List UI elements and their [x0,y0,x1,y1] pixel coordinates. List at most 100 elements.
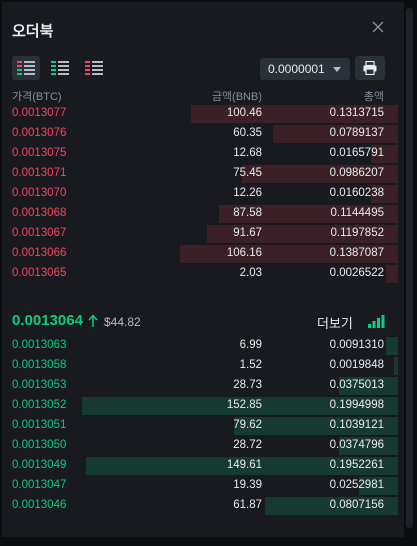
total-cell: 0.0252981 [329,479,384,491]
price-cell: 0.0013067 [12,227,67,239]
panel-title: 오더북 [12,23,54,40]
last-price-row: 0.0013064 $44.82 더보기 [2,310,404,334]
order-book-toolbar: 0.0000001 [2,54,404,84]
total-cell: 0.1387087 [329,247,384,259]
amount-cell: 19.39 [233,479,262,491]
amount-cell: 28.72 [233,439,262,451]
total-cell: 0.0019848 [329,359,384,371]
price-cell: 0.0013053 [12,379,67,391]
bid-row[interactable]: 0.0013058 1.52 0.0019848 [2,356,404,376]
amount-cell: 91.67 [233,227,262,239]
total-cell: 0.0091310 [329,339,384,351]
view-asks-button[interactable] [80,56,108,80]
printer-icon [363,61,377,75]
amount-cell: 152.85 [226,399,262,411]
amount-cell: 2.03 [239,267,262,279]
total-cell: 0.1313715 [329,107,384,119]
ask-row[interactable]: 0.0013070 12.26 0.0160238 [2,184,404,204]
ask-row[interactable]: 0.0013066 106.16 0.1387087 [2,244,404,264]
view-bids-button[interactable] [46,56,74,80]
both-view-icon [17,61,35,75]
more-link[interactable]: 더보기 [317,313,353,332]
depth-bar [386,265,398,283]
amount-cell: 60.35 [233,127,262,139]
price-cell: 0.0013052 [12,399,67,411]
signal-bars-icon [368,315,385,328]
amount-cell: 75.45 [233,167,262,179]
ask-row[interactable]: 0.0013071 75.45 0.0986207 [2,164,404,184]
price-cell: 0.0013063 [12,339,67,351]
price-cell: 0.0013066 [12,247,67,259]
price-cell: 0.0013050 [12,439,67,451]
tick-size-value: 0.0000001 [268,62,325,76]
total-column-header: 총액 [363,91,384,103]
amount-cell: 1.52 [239,359,262,371]
bids-view-icon [51,61,69,75]
price-cell: 0.0013068 [12,207,67,219]
price-cell: 0.0013065 [12,267,67,279]
price-cell: 0.0013077 [12,107,67,119]
amount-cell: 12.68 [233,147,262,159]
caret-down-icon [333,67,341,72]
scrollbar-thumb[interactable] [406,8,413,528]
total-cell: 0.1039121 [329,419,384,431]
ask-row[interactable]: 0.0013068 87.58 0.1144495 [2,204,404,224]
price-cell: 0.0013070 [12,187,67,199]
ask-row[interactable]: 0.0013067 91.67 0.1197852 [2,224,404,244]
total-cell: 0.1994998 [329,399,384,411]
tick-size-select[interactable]: 0.0000001 [260,58,350,80]
amount-cell: 149.61 [226,459,262,471]
close-button[interactable] [370,19,386,35]
bid-row[interactable]: 0.0013050 28.72 0.0374796 [2,436,404,456]
total-cell: 0.0374796 [329,439,384,451]
total-cell: 0.0986207 [329,167,384,179]
bid-row[interactable]: 0.0013049 149.61 0.1952261 [2,456,404,476]
ask-row[interactable]: 0.0013076 60.35 0.0789137 [2,124,404,144]
column-headers: 가격(BTC) 금액(BNB) 총액 [2,88,404,104]
amount-cell: 61.87 [233,499,262,511]
bid-row[interactable]: 0.0013052 152.85 0.1994998 [2,396,404,416]
ask-orders: 0.0013077 100.46 0.1313715 0.0013076 60.35 0.… [2,104,404,284]
total-cell: 0.0789137 [329,127,384,139]
total-cell: 0.0165791 [329,147,384,159]
amount-cell: 79.62 [233,419,262,431]
price-cell: 0.0013071 [12,167,67,179]
amount-cell: 12.26 [233,187,262,199]
bid-row[interactable]: 0.0013046 61.87 0.0807156 [2,496,404,516]
ask-row[interactable]: 0.0013065 2.03 0.0026522 [2,264,404,284]
price-cell: 0.0013076 [12,127,67,139]
total-cell: 0.0160238 [329,187,384,199]
arrow-up-icon [88,314,98,327]
depth-bar [386,337,398,355]
ask-row[interactable]: 0.0013077 100.46 0.1313715 [2,104,404,124]
amount-cell: 28.73 [233,379,262,391]
total-cell: 0.0807156 [329,499,384,511]
view-both-button[interactable] [12,56,40,80]
amount-cell: 87.58 [233,207,262,219]
order-book-panel: 오더북 0.0000001 가격(BTC) 금액(BNB) 총액 0.00130… [2,2,404,537]
total-cell: 0.0375013 [329,379,384,391]
bid-row[interactable]: 0.0013063 6.99 0.0091310 [2,336,404,356]
total-cell: 0.1952261 [329,459,384,471]
close-icon [372,21,384,33]
order-book-settings-button[interactable] [355,56,385,80]
amount-cell: 100.46 [226,107,262,119]
total-cell: 0.1197852 [330,227,384,239]
usd-price: $44.82 [104,315,141,329]
bid-row[interactable]: 0.0013047 19.39 0.0252981 [2,476,404,496]
total-cell: 0.0026522 [329,267,384,279]
bid-row[interactable]: 0.0013051 79.62 0.1039121 [2,416,404,436]
total-cell: 0.1144495 [330,207,384,219]
amount-column-header: 금액(BNB) [211,91,262,103]
price-column-header: 가격(BTC) [12,91,62,103]
ask-row[interactable]: 0.0013075 12.68 0.0165791 [2,144,404,164]
bid-row[interactable]: 0.0013053 28.73 0.0375013 [2,376,404,396]
last-price: 0.0013064 [12,312,83,329]
depth-bar [394,357,398,375]
price-cell: 0.0013046 [12,499,67,511]
amount-cell: 106.16 [226,247,262,259]
price-cell: 0.0013051 [12,419,67,431]
price-cell: 0.0013075 [12,147,67,159]
asks-view-icon [85,61,103,75]
price-cell: 0.0013058 [12,359,67,371]
